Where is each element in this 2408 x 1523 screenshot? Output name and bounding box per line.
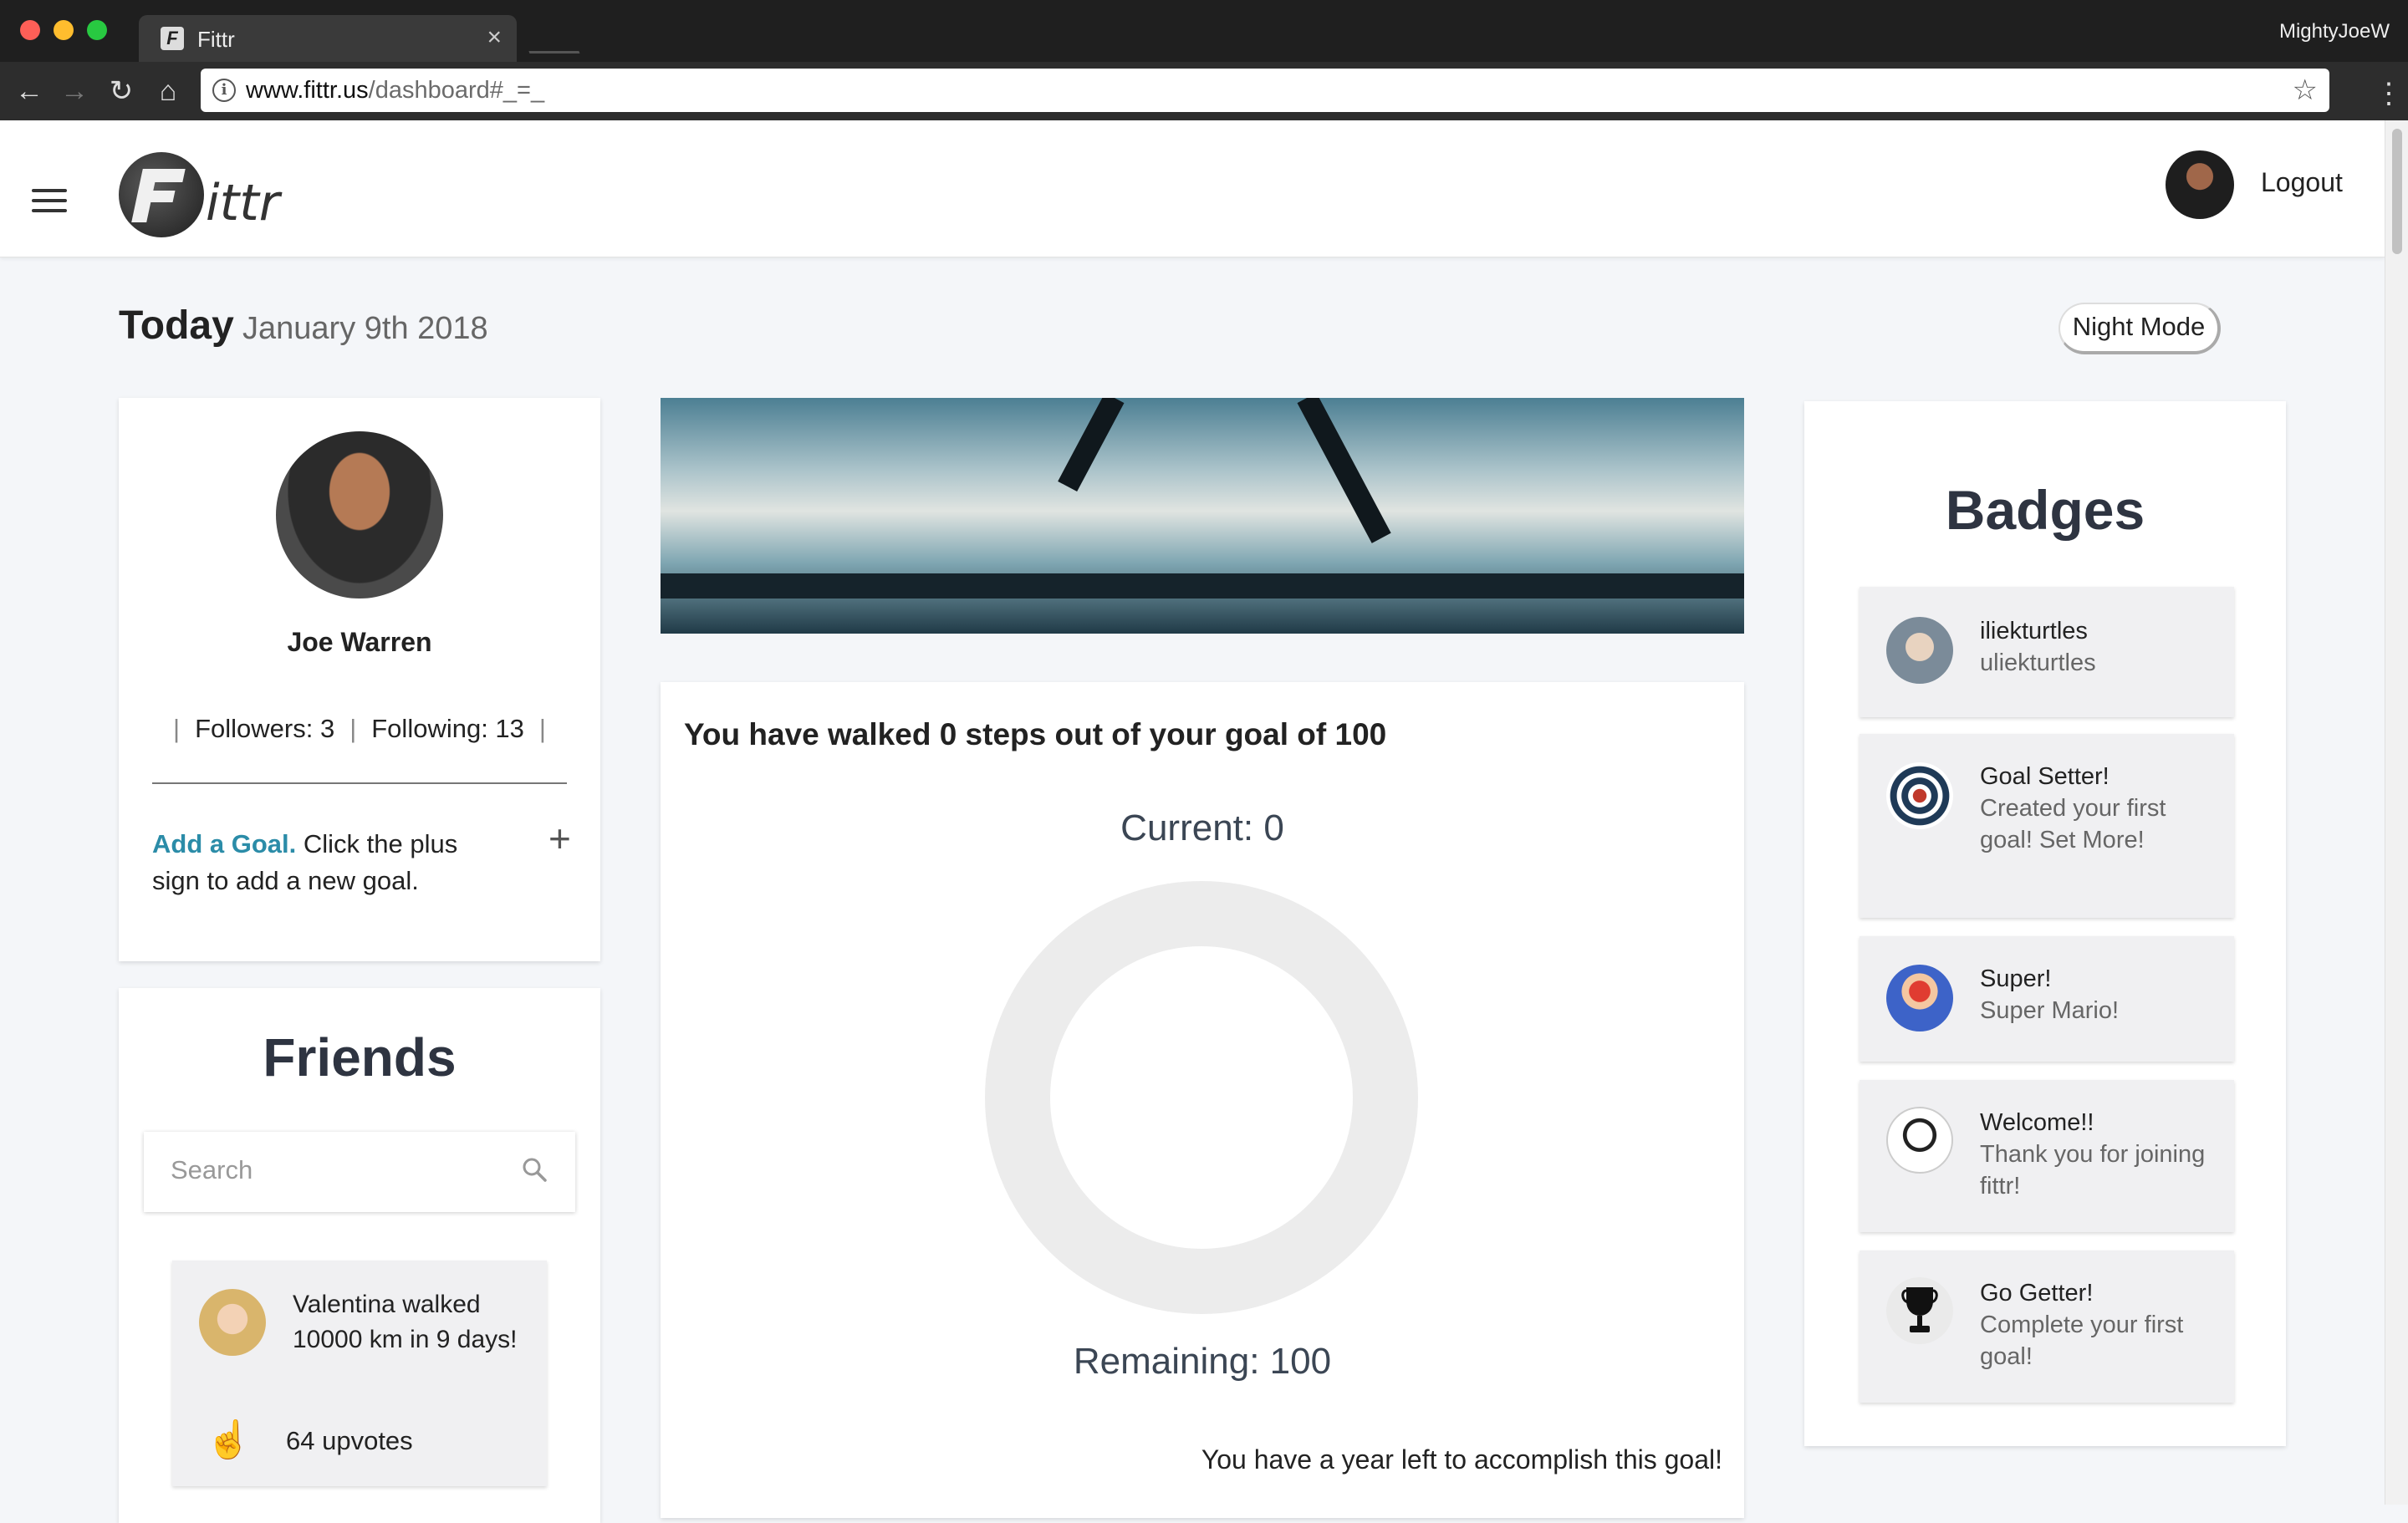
back-arrow-icon[interactable]: ←: [15, 77, 43, 105]
page-scrollbar[interactable]: [2385, 120, 2408, 1505]
badges-card: Badges iliekturtles uliekturtles Goal Se…: [1804, 401, 2286, 1446]
url-path: /dashboard#_=_: [368, 77, 545, 104]
badge-description: Thank you for joining fittr!: [1980, 1141, 2206, 1200]
upvote-hand-icon[interactable]: ☝: [206, 1418, 252, 1461]
fittr-favicon-icon: F: [161, 27, 184, 50]
progress-ring: [985, 881, 1418, 1314]
logout-button[interactable]: Logout: [2261, 167, 2343, 198]
badge-description: uliekturtles: [1980, 649, 2096, 676]
bookmark-star-icon[interactable]: ☆: [2293, 74, 2318, 107]
maximize-window-button[interactable]: [87, 20, 107, 40]
badge-name: Welcome!!: [1980, 1109, 2094, 1136]
fittr-logo-icon[interactable]: [119, 152, 204, 237]
browser-toolbar: ← → ↻ ⌂ i www.fittr.us/dashboard#_=_ ☆ ⋮: [0, 62, 2408, 120]
badges-title: Badges: [1945, 479, 2145, 541]
user-avatar[interactable]: [2166, 150, 2234, 219]
reload-icon[interactable]: ↻: [107, 77, 135, 105]
badge-name: Goal Setter!: [1980, 763, 2110, 790]
target-badge-icon: [1886, 762, 1953, 829]
tab-title: Fittr: [197, 27, 235, 52]
friend-avatar: [199, 1289, 266, 1356]
page-date: January 9th 2018: [242, 311, 488, 346]
progress-ring-track: [985, 881, 1418, 1314]
logo-text[interactable]: ittr: [206, 174, 279, 232]
browser-profile-name[interactable]: MightyJoeW: [2279, 20, 2390, 43]
add-goal-plus-icon[interactable]: +: [548, 816, 571, 861]
badge-text: Super! Super Mario!: [1980, 963, 2222, 1026]
friends-card: Friends Search Valentina walked 10000 km…: [119, 988, 600, 1523]
badge-text: iliekturtles uliekturtles: [1980, 615, 2222, 679]
upvote-count: 64 upvotes: [286, 1426, 413, 1455]
friends-title: Friends: [263, 1027, 457, 1087]
add-goal-link[interactable]: Add a Goal.: [152, 829, 296, 858]
browser-tab-strip: F Fittr × MightyJoeW: [0, 0, 2408, 62]
page-title: Today: [119, 303, 234, 348]
badge-item[interactable]: Super! Super Mario!: [1860, 936, 2234, 1062]
badge-name: iliekturtles: [1980, 618, 2088, 644]
search-placeholder: Search: [171, 1155, 253, 1184]
badge-description: Complete your first goal!: [1980, 1312, 2184, 1370]
add-goal-hint: Add a Goal. Click the plus sign to add a…: [152, 826, 503, 899]
badge-text: Goal Setter! Created your first goal! Se…: [1980, 761, 2222, 856]
profile-card: Joe Warren | Followers: 3 | Following: 13 | …: [119, 398, 600, 961]
new-tab-button[interactable]: [520, 28, 580, 53]
friend-activity-item[interactable]: Valentina walked 10000 km in 9 days! ☝ 6…: [172, 1261, 547, 1486]
search-icon[interactable]: [522, 1157, 547, 1182]
current-steps-label: Current: 0: [1120, 807, 1284, 848]
badge-item[interactable]: Welcome!! Thank you for joining fittr!: [1860, 1080, 2234, 1232]
badge-item[interactable]: iliekturtles uliekturtles: [1860, 587, 2234, 717]
badge-text: Go Getter! Complete your first goal!: [1980, 1277, 2222, 1373]
close-tab-icon[interactable]: ×: [487, 23, 502, 52]
friend-activity-text: Valentina walked 10000 km in 9 days!: [293, 1291, 518, 1353]
badge-description: Created your first goal! Set More!: [1980, 795, 2166, 853]
url-host: www.fittr.us: [246, 77, 369, 104]
remaining-steps-label: Remaining: 100: [1073, 1341, 1332, 1382]
night-mode-button[interactable]: Night Mode: [2059, 303, 2221, 354]
time-left-text: You have a year left to accomplish this …: [1201, 1444, 1722, 1475]
app-header: ittr Logout: [0, 120, 2385, 257]
home-icon[interactable]: ⌂: [154, 77, 182, 105]
scrollbar-thumb[interactable]: [2392, 129, 2402, 254]
address-bar[interactable]: i www.fittr.us/dashboard#_=_ ☆: [201, 69, 2329, 112]
mario-badge-icon: [1886, 965, 1953, 1031]
forward-arrow-icon[interactable]: →: [60, 77, 89, 105]
hamburger-menu-icon[interactable]: [32, 189, 67, 212]
badge-item[interactable]: Goal Setter! Created your first goal! Se…: [1860, 734, 2234, 918]
goal-progress-card: You have walked 0 steps out of your goal…: [661, 682, 1744, 1518]
minimize-window-button[interactable]: [54, 20, 74, 40]
badge-text: Welcome!! Thank you for joining fittr!: [1980, 1107, 2222, 1202]
close-window-button[interactable]: [20, 20, 40, 40]
runner-hero-image: [661, 398, 1744, 634]
following-count[interactable]: Following: 13: [371, 714, 524, 743]
follow-stats: | Followers: 3 | Following: 13 |: [173, 714, 546, 743]
browser-menu-icon[interactable]: ⋮: [2375, 77, 2403, 110]
divider: [152, 782, 567, 784]
url-text[interactable]: www.fittr.us/dashboard#_=_: [246, 77, 544, 104]
badge-name: Super!: [1980, 965, 2052, 992]
followers-count[interactable]: Followers: 3: [195, 714, 334, 743]
profile-name: Joe Warren: [287, 627, 432, 657]
profile-avatar: [276, 431, 443, 599]
badge-item[interactable]: Go Getter! Complete your first goal!: [1860, 1250, 2234, 1403]
friend-search-input[interactable]: Search: [144, 1132, 575, 1212]
site-info-icon[interactable]: i: [212, 79, 236, 102]
trophy-badge-icon: [1886, 1277, 1953, 1344]
goal-summary: You have walked 0 steps out of your goal…: [684, 717, 1387, 751]
turtle-boy-badge-icon: [1886, 617, 1953, 684]
badge-name: Go Getter!: [1980, 1280, 2094, 1307]
panda-welcome-badge-icon: [1886, 1107, 1953, 1174]
browser-tab[interactable]: F Fittr ×: [139, 15, 517, 62]
badge-description: Super Mario!: [1980, 997, 2120, 1024]
